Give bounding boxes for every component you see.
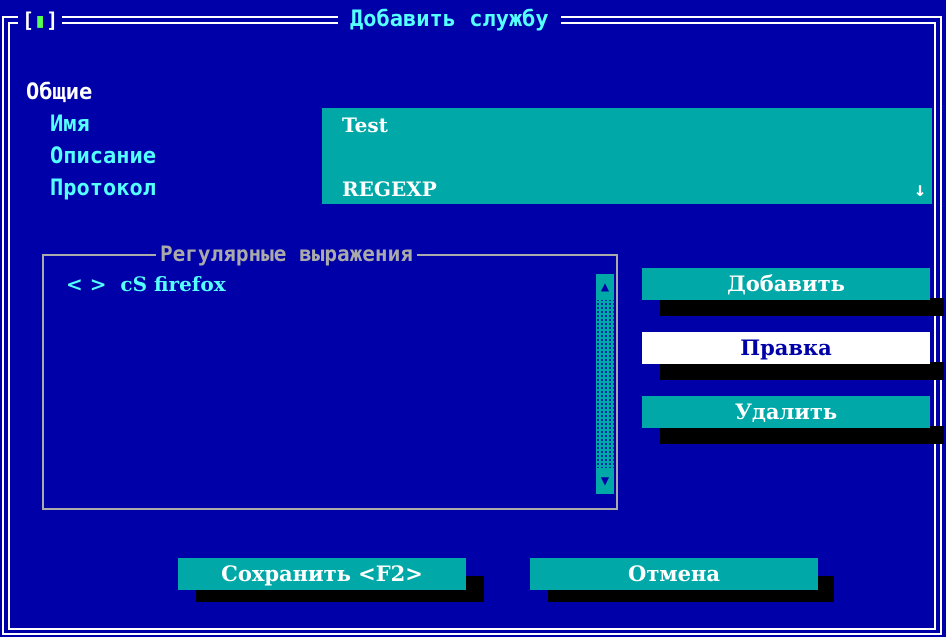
delete-button[interactable]: Удалить (642, 396, 930, 428)
fields-area: Test REGEXP ↓ (322, 108, 932, 204)
regex-scrollbar[interactable]: ▲ ▼ (596, 274, 614, 494)
list-item[interactable]: < > cS firefox (66, 272, 226, 296)
close-bracket-left: [ (22, 8, 35, 32)
name-field[interactable]: Test (342, 110, 388, 140)
protocol-label[interactable]: Протокол (50, 174, 156, 204)
add-button[interactable]: Добавить (642, 268, 930, 300)
name-label[interactable]: Имя (50, 110, 90, 140)
edit-button[interactable]: Правка (642, 332, 930, 364)
description-field[interactable] (342, 142, 902, 172)
close-bracket-right: ] (46, 8, 59, 32)
scroll-down-icon[interactable]: ▼ (596, 468, 614, 494)
delete-button-shadow (660, 426, 944, 444)
save-button[interactable]: Сохранить <F2> (178, 558, 466, 590)
edit-button-shadow (660, 362, 944, 380)
close-indicator-icon: ▮ (34, 8, 47, 32)
dropdown-arrow-icon[interactable]: ↓ (914, 174, 926, 204)
description-label[interactable]: Описание (50, 142, 156, 172)
dialog-title-bar: [▮] Добавить службу (0, 0, 946, 40)
scroll-up-icon[interactable]: ▲ (596, 274, 614, 300)
cancel-button[interactable]: Отмена (530, 558, 818, 590)
add-button-shadow (660, 298, 944, 316)
general-section-label: Общие (26, 80, 93, 105)
dialog-title: Добавить службу (338, 4, 561, 36)
regex-groupbox-title: Регулярные выражения (156, 240, 417, 268)
regex-groupbox: Регулярные выражения < > cS firefox ▲ ▼ (42, 240, 618, 510)
protocol-select[interactable]: REGEXP (342, 174, 437, 204)
close-button[interactable]: [▮] (18, 4, 63, 36)
